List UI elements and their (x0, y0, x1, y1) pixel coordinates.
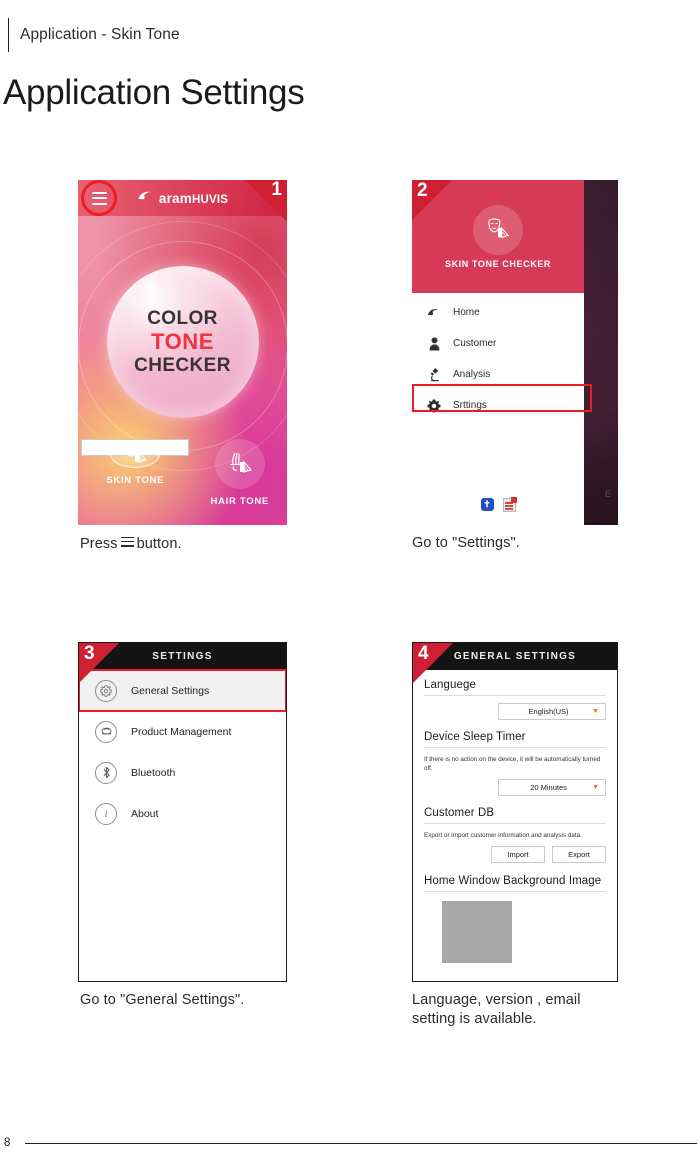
mode-hair-tone-label: HAIR TONE (210, 496, 269, 507)
settings-item-about[interactable]: i About (79, 793, 286, 834)
drawer-item-analysis[interactable]: Analysis (412, 359, 584, 390)
hamburger-icon (120, 534, 134, 549)
document-icon[interactable] (502, 497, 517, 512)
divider (424, 695, 606, 696)
caption-step-2: Go to "Settings". (412, 535, 520, 551)
step-2-screenshot: E SKIN TONE CHECKER Home Customer Analys… (412, 180, 618, 525)
hamburger-highlight-circle (81, 180, 117, 216)
chevron-down-icon: ▼ (592, 708, 599, 715)
face-palette-icon (473, 204, 523, 255)
orb-line-2: TONE (150, 329, 215, 355)
mode-skin-tone[interactable]: SKIN TONE (81, 439, 190, 486)
general-settings-title-bar: GENERAL SETTINGS (413, 643, 617, 670)
section-language: Languege English(US) ▼ (424, 679, 606, 720)
general-settings-title: GENERAL SETTINGS (453, 651, 577, 662)
breadcrumb-rule (8, 18, 9, 52)
mode-skin-tone-label: SKIN TONE (106, 475, 165, 486)
settings-item-general-label: General Settings (131, 684, 210, 697)
step-1-screenshot: COLOR TONE CHECKER aramHUVIS SKIN TONE H… (78, 180, 287, 525)
section-sleep-timer-note: If there is no action on the device, it … (424, 756, 601, 773)
step-3-screenshot: SETTINGS General Settings Product Manage… (78, 642, 287, 982)
section-background-image-heading: Home Window Background Image (424, 875, 602, 888)
divider (424, 891, 606, 893)
drawer-item-home-label: Home (453, 307, 480, 318)
caption-step-4: Language, version , email setting is ava… (412, 992, 581, 1027)
import-button[interactable]: Import (491, 846, 545, 864)
settings-list: General Settings Product Management Blue… (79, 669, 286, 834)
mode-hair-tone[interactable]: HAIR TONE (196, 439, 284, 507)
background-image-thumbnail[interactable] (442, 901, 512, 964)
face-palette-icon (110, 440, 161, 468)
caption-step-3: Go to "General Settings". (80, 992, 245, 1008)
section-sleep-timer-heading: Device Sleep Timer (424, 731, 526, 743)
page-number: 8 (4, 1137, 11, 1149)
drawer-header: SKIN TONE CHECKER (412, 180, 584, 293)
sleep-timer-select[interactable]: 20 Minutes ▼ (498, 779, 606, 797)
brand-logo: aramHUVIS (137, 189, 228, 207)
bluetooth-icon (95, 761, 117, 784)
mode-buttons: SKIN TONE HAIR TONE (78, 439, 287, 507)
orb-glint (142, 280, 157, 295)
gear-icon (426, 399, 442, 413)
microscope-icon (426, 367, 442, 382)
drawer-status-icons: ✝ (412, 497, 584, 512)
bluetooth-icon[interactable]: ✝ (480, 498, 494, 511)
gear-icon (95, 679, 117, 702)
drawer-item-home[interactable]: Home (412, 297, 584, 328)
settings-item-about-label: About (131, 807, 159, 820)
language-select[interactable]: English(US) ▼ (498, 703, 606, 720)
breadcrumb: Application - Skin Tone (20, 26, 180, 43)
drawer-title: SKIN TONE CHECKER (444, 258, 552, 269)
settings-item-product[interactable]: Product Management (79, 711, 286, 752)
caption-step-1: Press button. (80, 534, 182, 554)
caption-step-1-before: Press (80, 536, 118, 553)
settings-item-bluetooth[interactable]: Bluetooth (79, 752, 286, 793)
section-language-heading: Languege (424, 679, 476, 691)
drawer-item-customer-label: Customer (453, 338, 497, 349)
drawer-menu: Home Customer Analysis Srttings (412, 293, 584, 421)
product-icon (95, 720, 117, 743)
step-4-screenshot: GENERAL SETTINGS Languege English(US) ▼ … (412, 642, 618, 982)
navigation-drawer: SKIN TONE CHECKER Home Customer Analysis… (412, 180, 584, 525)
footer-rule (25, 1143, 697, 1145)
section-customer-db-note: Export or import customer information an… (424, 832, 582, 840)
drawer-item-settings[interactable]: Srttings (412, 390, 584, 421)
app-logo-orb: COLOR TONE CHECKER (106, 266, 259, 419)
swoosh-icon (426, 307, 442, 318)
svg-text:i: i (105, 809, 108, 819)
chevron-down-icon: ▼ (592, 784, 599, 792)
sleep-timer-select-value: 20 Minutes (530, 783, 567, 793)
page-title: Application Settings (3, 73, 305, 112)
divider (424, 747, 606, 748)
section-customer-db: Customer DB Export or import customer in… (424, 807, 606, 864)
general-settings-body: Languege English(US) ▼ Device Sleep Time… (413, 670, 617, 981)
settings-item-product-label: Product Management (131, 725, 232, 738)
orb-line-3: CHECKER (134, 354, 231, 376)
hair-palette-icon (214, 439, 265, 489)
step-1-number: 1 (271, 180, 282, 200)
caption-step-1-after: button. (136, 536, 182, 553)
section-customer-db-heading: Customer DB (424, 807, 495, 820)
export-button[interactable]: Export (552, 846, 606, 864)
language-select-value: English(US) (528, 707, 569, 716)
settings-item-bluetooth-label: Bluetooth (131, 766, 176, 779)
drawer-item-customer[interactable]: Customer (412, 328, 584, 359)
settings-title: SETTINGS (152, 651, 213, 662)
drawer-item-analysis-label: Analysis (453, 369, 491, 380)
step-1-number-flag: 1 (245, 180, 287, 222)
person-icon (426, 336, 442, 351)
settings-item-general[interactable]: General Settings (79, 669, 286, 712)
section-background-image: Home Window Background Image (424, 875, 606, 964)
divider (424, 823, 606, 825)
brand-name: aramHUVIS (158, 190, 229, 206)
info-icon: i (95, 802, 117, 825)
drawer-item-settings-label: Srttings (453, 400, 487, 411)
background-watermark: E (604, 489, 612, 499)
swoosh-icon (137, 189, 154, 207)
section-sleep-timer: Device Sleep Timer If there is no action… (424, 731, 606, 797)
settings-title-bar: SETTINGS (79, 643, 286, 670)
orb-line-1: COLOR (147, 307, 218, 329)
